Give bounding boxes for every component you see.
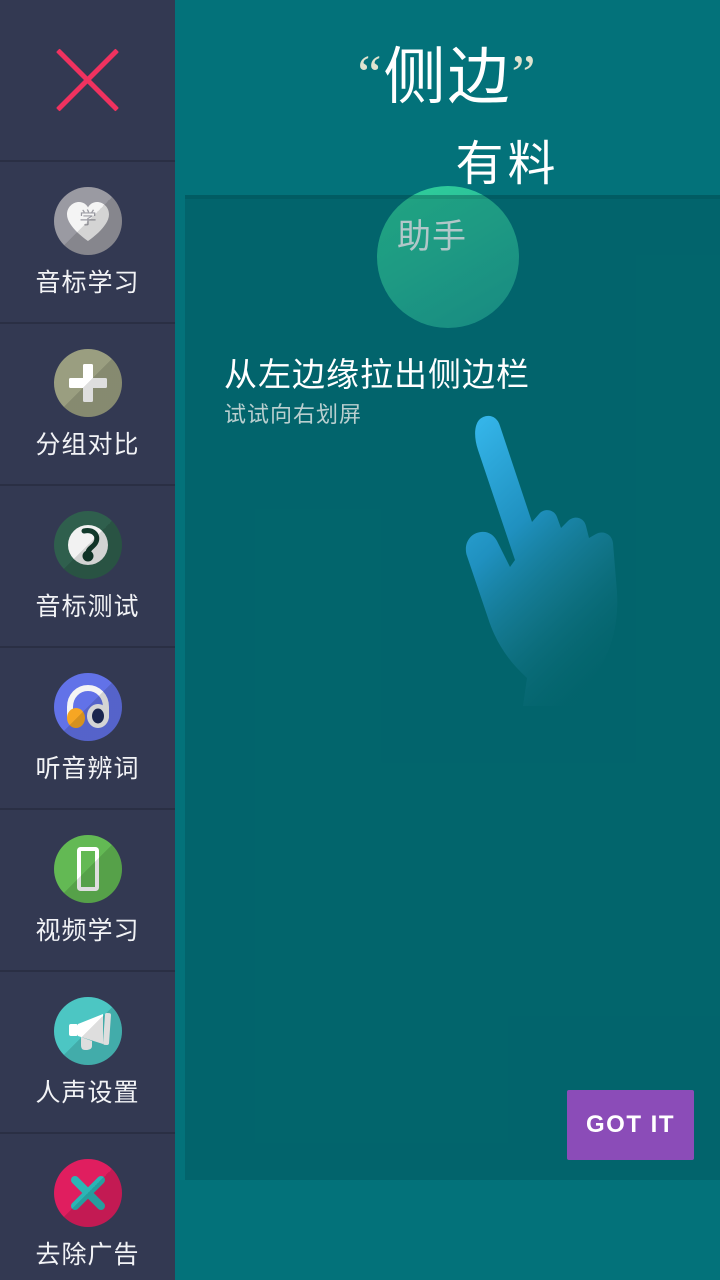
app-header: “侧边” 有料 (175, 0, 720, 196)
heart-study-icon: 学 (53, 186, 122, 255)
sidebar-item-label: 听音辨词 (35, 754, 140, 783)
page-title: “侧边” (175, 36, 720, 116)
app-root: “侧边” 有料 助手 从左边缘拉出侧边栏 试试向右划屏 GOT IT 音标学习 … (0, 0, 720, 1280)
got-it-button[interactable]: GOT IT (567, 1090, 694, 1160)
megaphone-icon (53, 996, 122, 1065)
sidebar-item-label: 去除广告 (35, 1240, 140, 1269)
sidebar-close-button[interactable] (0, 0, 175, 162)
coachmark-title: 从左边缘拉出侧边栏 (224, 356, 530, 393)
sidebar-item-label: 分组对比 (35, 430, 140, 459)
plus-compare-icon (53, 348, 122, 417)
pointing-hand-icon (455, 410, 655, 710)
sidebar-item-label: 视频学习 (35, 916, 140, 945)
coachmark-subtitle: 试试向右划屏 (224, 402, 363, 427)
film-strip-icon (53, 834, 122, 903)
sidebar-item-video-study[interactable]: 视频学习 (0, 810, 175, 972)
sidebar-item-phonetic-test[interactable]: 音标测试 (0, 486, 175, 648)
overlay-top-shade (185, 195, 720, 199)
sidebar-item-voice-settings[interactable]: 人声设置 (0, 972, 175, 1134)
sidebar-item-group-compare[interactable]: 分组对比 (0, 324, 175, 486)
close-icon[interactable] (57, 49, 119, 111)
sidebar-item-label: 音标测试 (35, 592, 140, 621)
sidebar-item-label: 人声设置 (35, 1078, 140, 1107)
sidebar-item-phonetic-study[interactable]: 学 音标学习 (0, 162, 175, 324)
remove-ads-icon (53, 1158, 122, 1227)
quote-open: “ (357, 44, 384, 104)
page-title-text: 侧边 (383, 43, 512, 112)
quote-close: ” (511, 44, 538, 104)
sidebar-item-listening-words[interactable]: 听音辨词 (0, 648, 175, 810)
coachmark-overlay[interactable]: 从左边缘拉出侧边栏 试试向右划屏 GOT IT (185, 195, 720, 1180)
sidebar-drawer: 学 音标学习 分组对比 (0, 0, 175, 1280)
phonetic-test-icon (53, 510, 122, 579)
sidebar-item-label: 音标学习 (35, 268, 140, 297)
sidebar-item-remove-ads[interactable]: 去除广告 (0, 1134, 175, 1280)
headphones-icon (53, 672, 122, 741)
